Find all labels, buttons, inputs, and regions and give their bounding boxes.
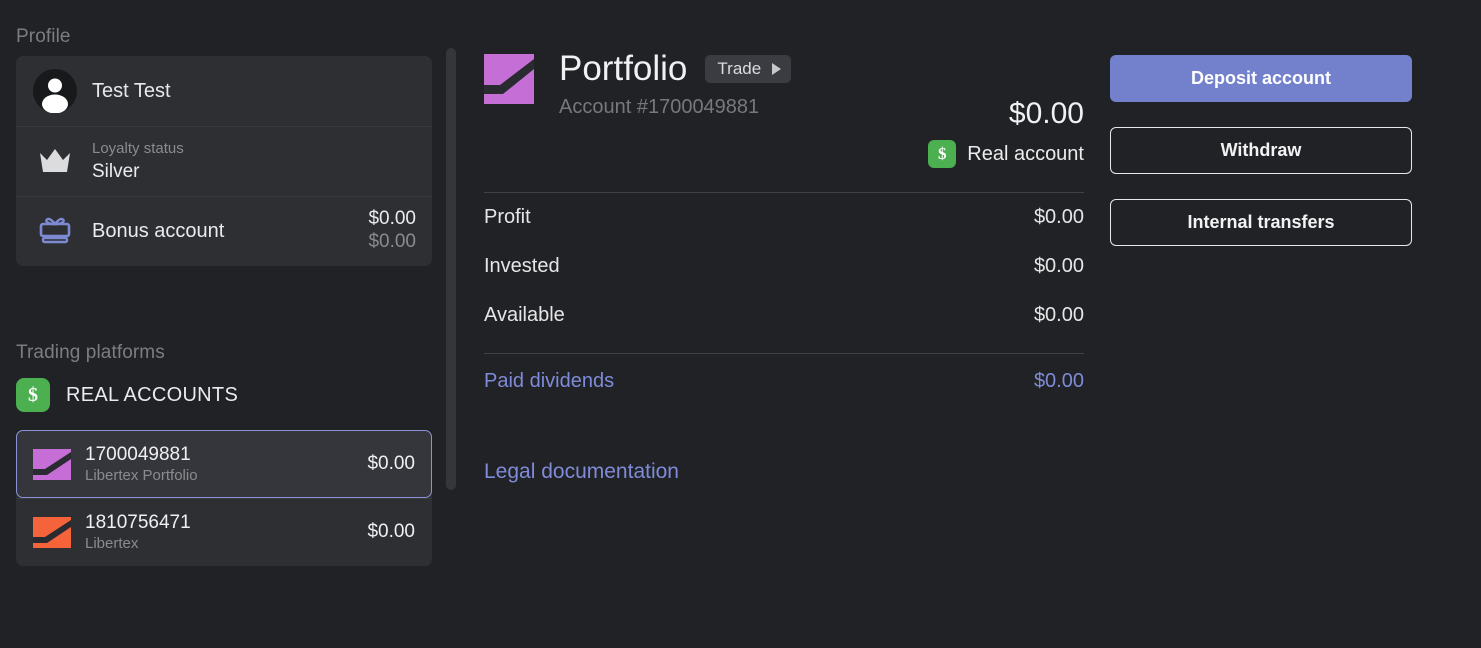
stat-label: Profit	[484, 206, 531, 229]
paid-dividends-row[interactable]: Paid dividends $0.00	[484, 354, 1084, 409]
stat-label: Available	[484, 304, 565, 327]
trading-platforms-section-label: Trading platforms	[0, 342, 448, 372]
gift-icon	[32, 215, 78, 247]
page-title: Portfolio	[559, 48, 687, 90]
paid-dividends-label[interactable]: Paid dividends	[484, 370, 614, 393]
platform-group-label: REAL ACCOUNTS	[66, 384, 238, 407]
stat-row-profit: Profit $0.00	[484, 193, 1084, 242]
account-type-badge: $ Real account	[928, 140, 1084, 168]
account-row-1700049881[interactable]: 1700049881 Libertex Portfolio $0.00	[16, 430, 432, 498]
platform-group-real-accounts[interactable]: $ REAL ACCOUNTS	[0, 372, 448, 418]
total-balance: $0.00	[928, 96, 1084, 132]
account-platform: Libertex Portfolio	[85, 466, 367, 485]
libertex-portfolio-logo-icon	[33, 449, 71, 480]
stat-value: $0.00	[1034, 304, 1084, 327]
crown-icon	[32, 147, 78, 175]
avatar	[32, 69, 78, 113]
sidebar-scrollbar-thumb[interactable]	[446, 48, 456, 490]
portfolio-page: Profile Test Test	[0, 0, 1481, 648]
bonus-amounts: $0.00 $0.00	[368, 208, 416, 254]
deposit-account-button[interactable]: Deposit account	[1110, 55, 1412, 102]
account-amount: $0.00	[367, 453, 415, 475]
legal-documentation-link[interactable]: Legal documentation	[484, 460, 679, 484]
sidebar-spacer	[0, 266, 448, 342]
main-panel: Portfolio Trade Account #1700049881 $0.0…	[484, 0, 1084, 648]
dollar-badge-icon: $	[16, 378, 50, 412]
sidebar: Profile Test Test	[0, 0, 464, 648]
withdraw-button[interactable]: Withdraw	[1110, 127, 1412, 174]
play-triangle-icon	[772, 63, 781, 75]
paid-dividends-value: $0.00	[1034, 370, 1084, 393]
libertex-portfolio-logo-icon	[484, 54, 534, 104]
trade-button[interactable]: Trade	[705, 55, 791, 83]
stat-value: $0.00	[1034, 206, 1084, 229]
account-number-subtitle: Account #1700049881	[559, 96, 928, 119]
stats-list: Profit $0.00 Invested $0.00 Available $0…	[484, 193, 1084, 340]
profile-card: Test Test Loyalty status Silver	[16, 56, 432, 266]
actions-panel: Deposit account Withdraw Internal transf…	[1110, 0, 1412, 271]
internal-transfers-button[interactable]: Internal transfers	[1110, 199, 1412, 246]
bonus-amount: $0.00	[368, 208, 416, 230]
portfolio-title-block: Portfolio Trade Account #1700049881	[559, 48, 928, 119]
portfolio-balance-block: $0.00 $ Real account	[928, 48, 1084, 168]
stat-value: $0.00	[1034, 255, 1084, 278]
portfolio-header: Portfolio Trade Account #1700049881 $0.0…	[484, 0, 1084, 168]
bonus-account-row[interactable]: Bonus account $0.00 $0.00	[16, 196, 432, 266]
account-id: 1700049881	[85, 443, 367, 466]
stat-label: Invested	[484, 255, 560, 278]
bonus-amount-secondary: $0.00	[368, 230, 416, 254]
profile-name: Test Test	[92, 80, 416, 103]
dollar-badge-icon: $	[928, 140, 956, 168]
accounts-list: 1700049881 Libertex Portfolio $0.00 1810…	[16, 430, 432, 566]
account-type-label: Real account	[967, 143, 1084, 166]
account-amount: $0.00	[367, 521, 415, 543]
trade-button-label: Trade	[717, 59, 761, 79]
sidebar-scrollbar[interactable]	[446, 0, 456, 648]
libertex-logo-icon	[33, 517, 71, 548]
loyalty-status-row[interactable]: Loyalty status Silver	[16, 126, 432, 196]
account-platform: Libertex	[85, 534, 367, 553]
account-row-1810756471[interactable]: 1810756471 Libertex $0.00	[16, 498, 432, 566]
loyalty-status-label: Loyalty status	[92, 139, 416, 158]
loyalty-status-value: Silver	[92, 160, 416, 183]
profile-section-label: Profile	[0, 0, 448, 56]
bonus-account-label: Bonus account	[92, 220, 368, 243]
profile-row[interactable]: Test Test	[16, 56, 432, 126]
stat-row-invested: Invested $0.00	[484, 242, 1084, 291]
stat-row-available: Available $0.00	[484, 291, 1084, 340]
account-id: 1810756471	[85, 511, 367, 534]
